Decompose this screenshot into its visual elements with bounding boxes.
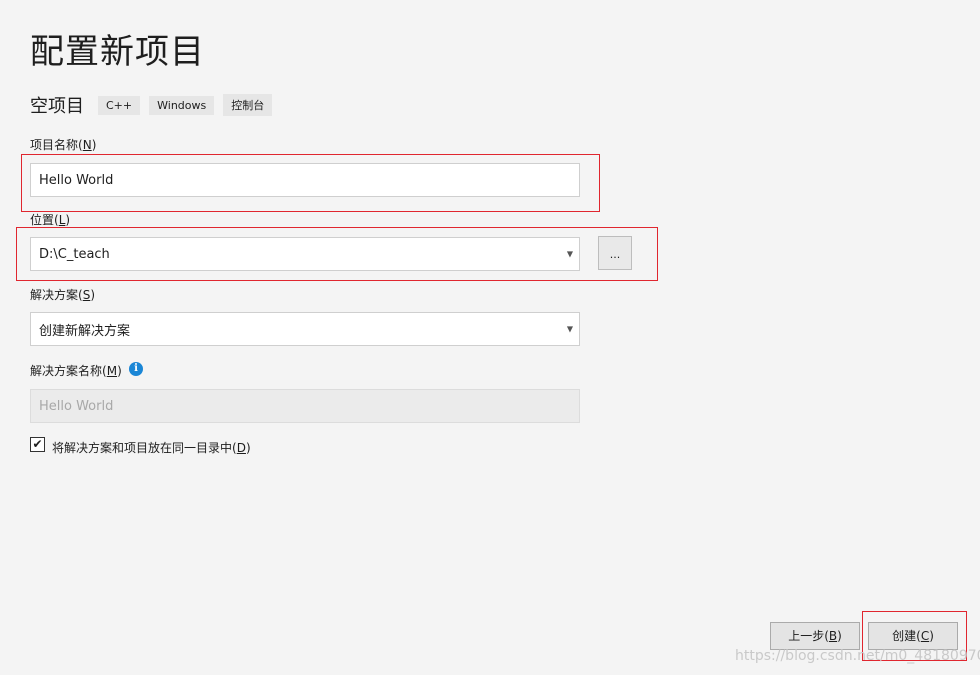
solution-select[interactable]: 创建新解决方案 ▼ — [30, 312, 580, 346]
location-value: D:\C_teach — [39, 246, 110, 262]
tag-language: C++ — [98, 95, 141, 115]
location-label: 位置(L) — [30, 213, 71, 227]
info-icon[interactable]: i — [129, 362, 143, 376]
project-name-value: Hello World — [39, 172, 114, 188]
chevron-down-icon[interactable]: ▼ — [567, 325, 573, 334]
template-name: 空项目 — [30, 96, 84, 117]
solution-name-value: Hello World — [39, 398, 114, 414]
tag-platform: Windows — [149, 95, 215, 115]
same-directory-label[interactable]: 将解决方案和项目放在同一目录中(D) — [52, 439, 251, 456]
create-button[interactable]: 创建(C) — [868, 622, 958, 650]
location-combobox[interactable]: D:\C_teach ▼ — [30, 237, 580, 271]
chevron-down-icon[interactable]: ▼ — [567, 250, 573, 259]
page-title: 配置新项目 — [30, 32, 205, 72]
solution-name-label: 解决方案名称(M) — [30, 364, 122, 378]
watermark: https://blog.csdn.net/m0_48180970 — [735, 648, 980, 664]
back-button[interactable]: 上一步(B) — [770, 622, 860, 650]
solution-label: 解决方案(S) — [30, 288, 96, 302]
tag-project-type: 控制台 — [223, 94, 273, 116]
project-name-label: 项目名称(N) — [30, 138, 97, 152]
same-directory-checkbox[interactable]: ✔ — [30, 437, 45, 452]
browse-button[interactable]: ... — [598, 236, 632, 270]
solution-value: 创建新解决方案 — [39, 323, 131, 339]
template-summary: 空项目 C++ Windows 控制台 — [30, 92, 281, 118]
project-name-input[interactable]: Hello World — [30, 163, 580, 197]
solution-name-input: Hello World — [30, 389, 580, 423]
checkmark-icon: ✔ — [32, 437, 43, 451]
